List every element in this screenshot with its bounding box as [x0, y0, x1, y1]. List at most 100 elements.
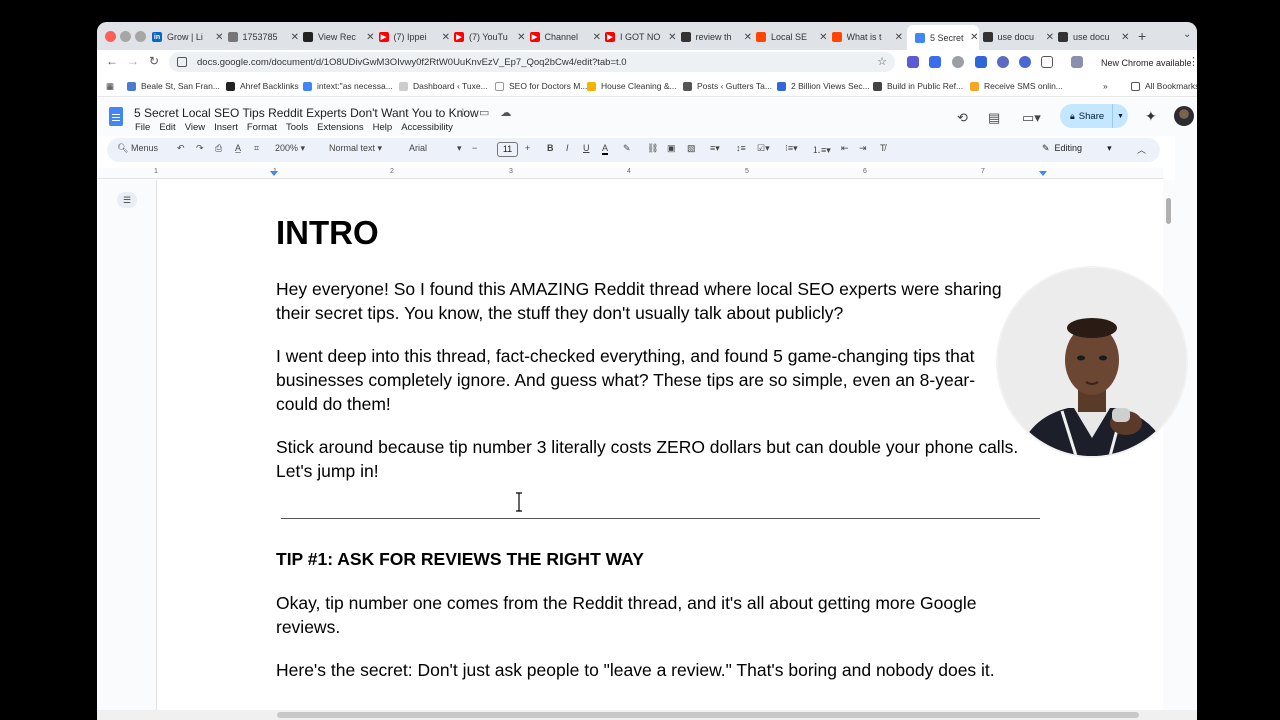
- chrome-update-button[interactable]: New Chrome available: [1093, 53, 1197, 72]
- cloud-status-icon[interactable]: ☁: [500, 107, 511, 119]
- extension-icon[interactable]: [997, 56, 1009, 68]
- extension-icon[interactable]: [929, 56, 941, 68]
- collapse-toolbar-icon[interactable]: ︿: [1137, 143, 1146, 156]
- spellcheck-icon[interactable]: A̲: [235, 143, 241, 153]
- menu-item-extensions[interactable]: Extensions: [317, 122, 363, 133]
- insert-comment-icon[interactable]: ▣: [667, 143, 676, 154]
- address-bar[interactable]: docs.google.com/document/d/1O8UDivGwM3OI…: [169, 52, 895, 72]
- apps-grid-icon[interactable]: ▦: [106, 81, 114, 92]
- print-icon[interactable]: ⎙: [215, 143, 222, 154]
- browser-tab[interactable]: ▶ I GOT NO ✕: [605, 27, 677, 47]
- paragraph-line[interactable]: their secret tips. You know, the stuff t…: [276, 301, 1066, 325]
- close-tab-icon[interactable]: ✕: [517, 32, 525, 43]
- back-icon[interactable]: ←: [106, 54, 118, 68]
- browser-tab[interactable]: ▶ (7) Ippei ✕: [378, 27, 450, 47]
- browser-tab[interactable]: 1753785 ✕: [227, 27, 299, 47]
- paragraph-line[interactable]: I went deep into this thread, fact-check…: [276, 344, 1066, 368]
- menu-item-format[interactable]: Format: [247, 122, 277, 133]
- extension-icon[interactable]: [907, 56, 919, 68]
- clear-formatting-icon[interactable]: T̸: [880, 143, 886, 153]
- browser-tab[interactable]: 5 Secret ✕: [907, 25, 979, 50]
- download-icon[interactable]: [1071, 56, 1083, 68]
- close-tab-icon[interactable]: ✕: [215, 32, 223, 43]
- horizontal-scrollbar-thumb[interactable]: [277, 712, 1139, 718]
- close-window-button[interactable]: [105, 31, 116, 42]
- font-size-input[interactable]: 11: [497, 142, 518, 157]
- bookmark-item[interactable]: House Cleaning &...: [587, 81, 677, 91]
- insert-link-icon[interactable]: ⛓: [647, 143, 658, 154]
- insert-image-icon[interactable]: ▧: [687, 143, 696, 154]
- star-icon[interactable]: ☆: [458, 107, 468, 119]
- browser-tab[interactable]: use docu ✕: [1058, 27, 1130, 47]
- menu-item-edit[interactable]: Edit: [159, 122, 175, 133]
- bookmark-item[interactable]: Posts ‹ Gutters Ta...: [683, 81, 772, 91]
- close-tab-icon[interactable]: ✕: [442, 32, 450, 43]
- gemini-icon[interactable]: ✦: [1145, 108, 1157, 125]
- numbered-list-icon[interactable]: ⒈≡▾: [812, 143, 831, 156]
- close-tab-icon[interactable]: ✕: [593, 32, 601, 43]
- paragraph-line[interactable]: Let's jump in!: [276, 459, 1066, 483]
- line-spacing-icon[interactable]: ↕≡: [736, 143, 746, 153]
- undo-icon[interactable]: ↶: [177, 143, 185, 154]
- reload-icon[interactable]: ↻: [149, 54, 159, 68]
- search-menus-icon[interactable]: 🔍︎: [117, 143, 128, 154]
- close-tab-icon[interactable]: ✕: [366, 32, 374, 43]
- paragraph-line[interactable]: could do them!: [276, 392, 1066, 416]
- share-button[interactable]: 🔒︎ Share ▼: [1060, 104, 1128, 128]
- minimize-window-button[interactable]: [120, 31, 131, 42]
- forward-icon[interactable]: →: [127, 54, 139, 68]
- chrome-menu-icon[interactable]: ⋮: [1188, 55, 1197, 68]
- maximize-window-button[interactable]: [135, 31, 146, 42]
- meet-icon[interactable]: ▭▾: [1022, 110, 1041, 126]
- avatar[interactable]: [1174, 106, 1194, 126]
- tab-search-icon[interactable]: ⌄: [1183, 29, 1191, 40]
- extension-icon[interactable]: [1019, 56, 1031, 68]
- paragraph-line[interactable]: Hey everyone! So I found this AMAZING Re…: [276, 277, 1066, 301]
- align-icon[interactable]: ≡▾: [710, 143, 720, 154]
- vertical-scrollbar[interactable]: [1163, 180, 1175, 720]
- highlight-icon[interactable]: ✎: [623, 143, 631, 154]
- search-menus-input[interactable]: Menus: [131, 143, 158, 153]
- menu-item-view[interactable]: View: [185, 122, 205, 133]
- document-title[interactable]: 5 Secret Local SEO Tips Reddit Experts D…: [134, 106, 479, 120]
- paragraph-line[interactable]: Here's the secret: Don't just ask people…: [276, 658, 1066, 682]
- close-tab-icon[interactable]: ✕: [744, 32, 752, 43]
- version-history-icon[interactable]: ⟲: [957, 110, 968, 126]
- browser-tab[interactable]: use docu ✕: [982, 27, 1054, 47]
- menu-item-tools[interactable]: Tools: [286, 122, 308, 133]
- close-tab-icon[interactable]: ✕: [1121, 32, 1129, 43]
- close-tab-icon[interactable]: ✕: [668, 32, 676, 43]
- close-tab-icon[interactable]: ✕: [970, 32, 978, 43]
- menu-item-help[interactable]: Help: [373, 122, 393, 133]
- document-outline-icon[interactable]: ☰: [117, 192, 137, 208]
- paint-format-icon[interactable]: ⌗: [254, 143, 259, 154]
- underline-icon[interactable]: U: [583, 143, 590, 153]
- extension-icon[interactable]: [975, 56, 987, 68]
- editing-mode-select[interactable]: ✎ Editing ▾: [1042, 143, 1112, 154]
- paragraph-line[interactable]: Okay, tip number one comes from the Redd…: [276, 591, 1066, 615]
- redo-icon[interactable]: ↷: [196, 143, 204, 154]
- bookmark-item[interactable]: Ahref Backlinks: [226, 81, 299, 91]
- increase-indent-icon[interactable]: ⇥: [859, 143, 867, 154]
- horizontal-scrollbar[interactable]: [97, 710, 1197, 720]
- comments-icon[interactable]: ▤: [988, 110, 1000, 126]
- browser-tab[interactable]: View Rec ✕: [303, 27, 375, 47]
- left-indent-marker[interactable]: [270, 171, 278, 176]
- move-folder-icon[interactable]: ▭: [479, 107, 489, 119]
- bookmark-item[interactable]: Receive SMS onlin...: [970, 81, 1063, 91]
- browser-tab[interactable]: Local SE ✕: [756, 27, 828, 47]
- intro-heading[interactable]: INTRO: [276, 214, 379, 252]
- menu-item-insert[interactable]: Insert: [214, 122, 238, 133]
- paragraph-line[interactable]: reviews.: [276, 615, 1066, 639]
- paragraph-style-select[interactable]: Normal text ▾: [329, 143, 382, 154]
- bookmark-item[interactable]: Build in Public Ref...: [873, 81, 963, 91]
- close-tab-icon[interactable]: ✕: [291, 32, 299, 43]
- close-tab-icon[interactable]: ✕: [819, 32, 827, 43]
- site-info-icon[interactable]: [177, 57, 187, 67]
- checklist-icon[interactable]: ☑▾: [757, 143, 770, 154]
- extension-icon[interactable]: [952, 56, 964, 68]
- bookmark-item[interactable]: Dashboard ‹ Tuxe...: [399, 81, 488, 91]
- bookmark-item[interactable]: intext:"as necessa...: [303, 81, 393, 91]
- font-select[interactable]: Arial ▾: [409, 143, 462, 154]
- menu-item-accessibility[interactable]: Accessibility: [401, 122, 453, 133]
